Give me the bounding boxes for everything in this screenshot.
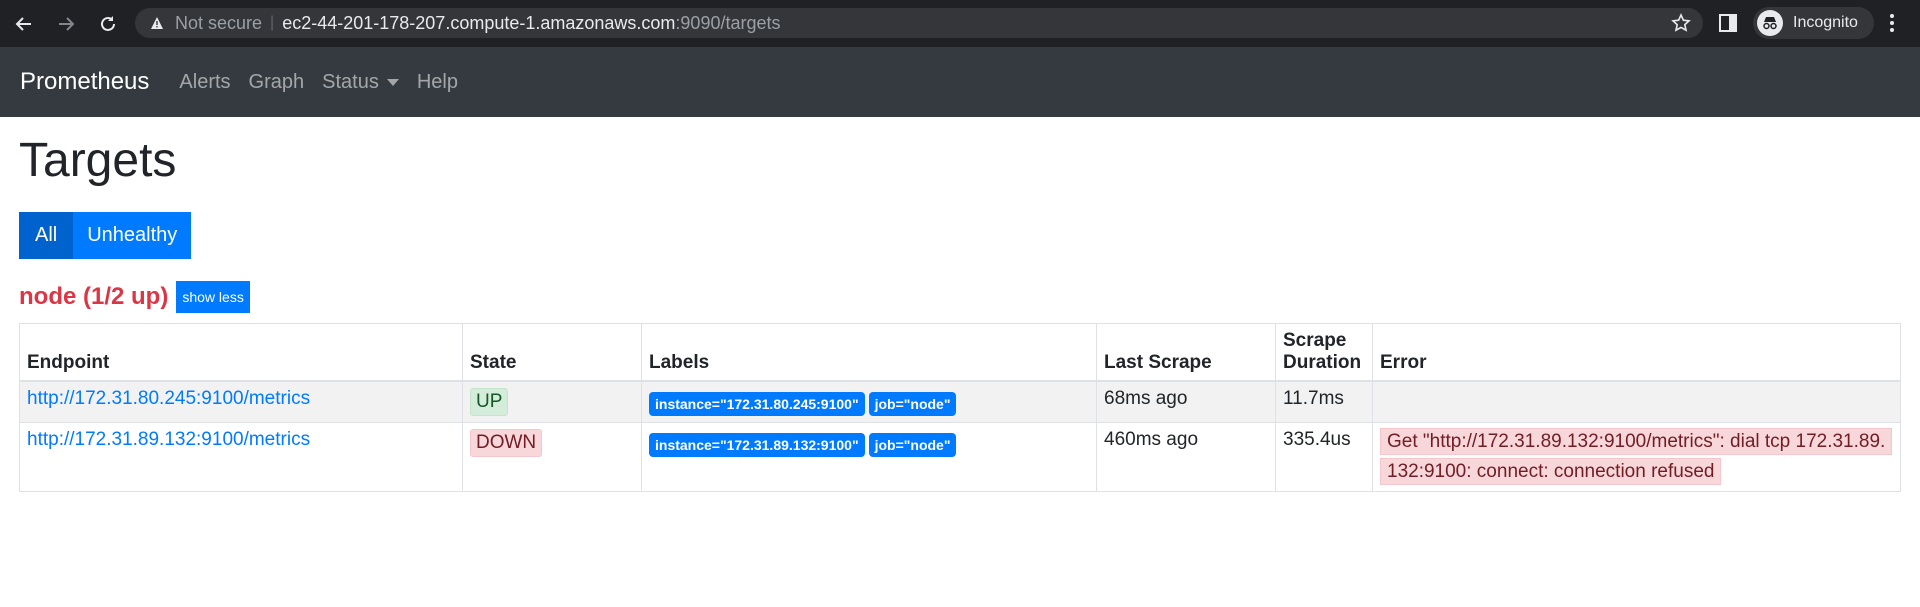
filter-button-group: All Unhealthy [19, 211, 1901, 259]
column-header-state: State [462, 322, 642, 382]
table-row: http://172.31.80.245:9100/metrics UP ins… [19, 380, 1901, 423]
last-scrape-cell: 460ms ago [1096, 421, 1276, 492]
endpoint-link[interactable]: http://172.31.80.245:9100/metrics [27, 388, 310, 409]
nav-graph[interactable]: Graph [249, 71, 305, 94]
incognito-icon [1757, 10, 1783, 36]
last-scrape-cell: 68ms ago [1096, 380, 1276, 423]
nav-status-dropdown[interactable]: Status [322, 71, 399, 94]
brand-link[interactable]: Prometheus [20, 68, 149, 96]
reload-icon[interactable] [94, 10, 122, 38]
not-secure-label: Not secure [175, 12, 263, 33]
filter-unhealthy-button[interactable]: Unhealthy [73, 211, 192, 259]
app-navbar: Prometheus Alerts Graph Status Help [0, 47, 1920, 117]
state-badge: DOWN [470, 428, 543, 457]
duration-cell: 11.7ms [1275, 380, 1373, 423]
labels-cell: instance="172.31.80.245:9100" job="node" [641, 380, 1097, 423]
label-badge: instance="172.31.89.132:9100" [649, 432, 865, 457]
column-header-endpoint: Endpoint [19, 322, 463, 382]
endpoint-cell: http://172.31.80.245:9100/metrics [19, 380, 463, 423]
targets-table: Endpoint State Labels Last Scrape Scrape… [19, 322, 1901, 492]
column-header-labels: Labels [641, 322, 1097, 382]
browser-toolbar: Not secure | ec2-44-201-178-207.compute-… [0, 0, 1920, 47]
url-separator: | [270, 14, 275, 31]
column-header-scrape-duration: Scrape Duration [1275, 322, 1373, 382]
job-header: node (1/2 up) show less [19, 280, 1901, 313]
main-content: Targets All Unhealthy node (1/2 up) show… [19, 117, 1901, 492]
state-cell: DOWN [462, 421, 642, 492]
endpoint-cell: http://172.31.89.132:9100/metrics [19, 421, 463, 492]
show-less-button[interactable]: show less [176, 280, 250, 313]
incognito-profile-button[interactable]: Incognito [1753, 7, 1874, 39]
bookmark-star-icon[interactable] [1671, 13, 1691, 33]
job-title-link[interactable]: node (1/2 up) [19, 283, 168, 311]
label-badge: job="node" [868, 432, 957, 457]
url-text: ec2-44-201-178-207.compute-1.amazonaws.c… [282, 13, 780, 34]
caret-down-icon [386, 78, 399, 86]
warning-icon [149, 15, 165, 31]
side-panel-icon[interactable] [1718, 13, 1738, 33]
error-message: Get "http://172.31.89.132:9100/metrics":… [1380, 427, 1893, 485]
labels-cell: instance="172.31.89.132:9100" job="node" [641, 421, 1097, 492]
column-header-last-scrape: Last Scrape [1096, 322, 1276, 382]
endpoint-link[interactable]: http://172.31.89.132:9100/metrics [27, 429, 310, 450]
forward-arrow-icon[interactable] [52, 10, 80, 38]
filter-all-button[interactable]: All [19, 211, 74, 259]
error-cell: Get "http://172.31.89.132:9100/metrics":… [1372, 421, 1901, 492]
more-menu-icon[interactable] [1884, 12, 1900, 34]
table-row: http://172.31.89.132:9100/metrics DOWN i… [19, 421, 1901, 492]
address-bar[interactable]: Not secure | ec2-44-201-178-207.compute-… [135, 8, 1703, 38]
nav-status-label: Status [322, 70, 379, 93]
nav-alerts[interactable]: Alerts [179, 71, 230, 94]
error-cell [1372, 380, 1901, 423]
page-title: Targets [19, 134, 177, 187]
duration-cell: 335.4us [1275, 421, 1373, 492]
state-cell: UP [462, 380, 642, 423]
url-path: :9090/targets [675, 12, 781, 33]
incognito-label: Incognito [1793, 14, 1858, 31]
back-arrow-icon[interactable] [10, 10, 38, 38]
table-header-row: Endpoint State Labels Last Scrape Scrape… [19, 322, 1901, 382]
label-badge: instance="172.31.80.245:9100" [649, 391, 865, 416]
nav-help[interactable]: Help [417, 71, 458, 94]
state-badge: UP [470, 387, 509, 416]
column-header-error: Error [1372, 322, 1901, 382]
url-host: ec2-44-201-178-207.compute-1.amazonaws.c… [282, 12, 676, 33]
label-badge: job="node" [868, 391, 957, 416]
